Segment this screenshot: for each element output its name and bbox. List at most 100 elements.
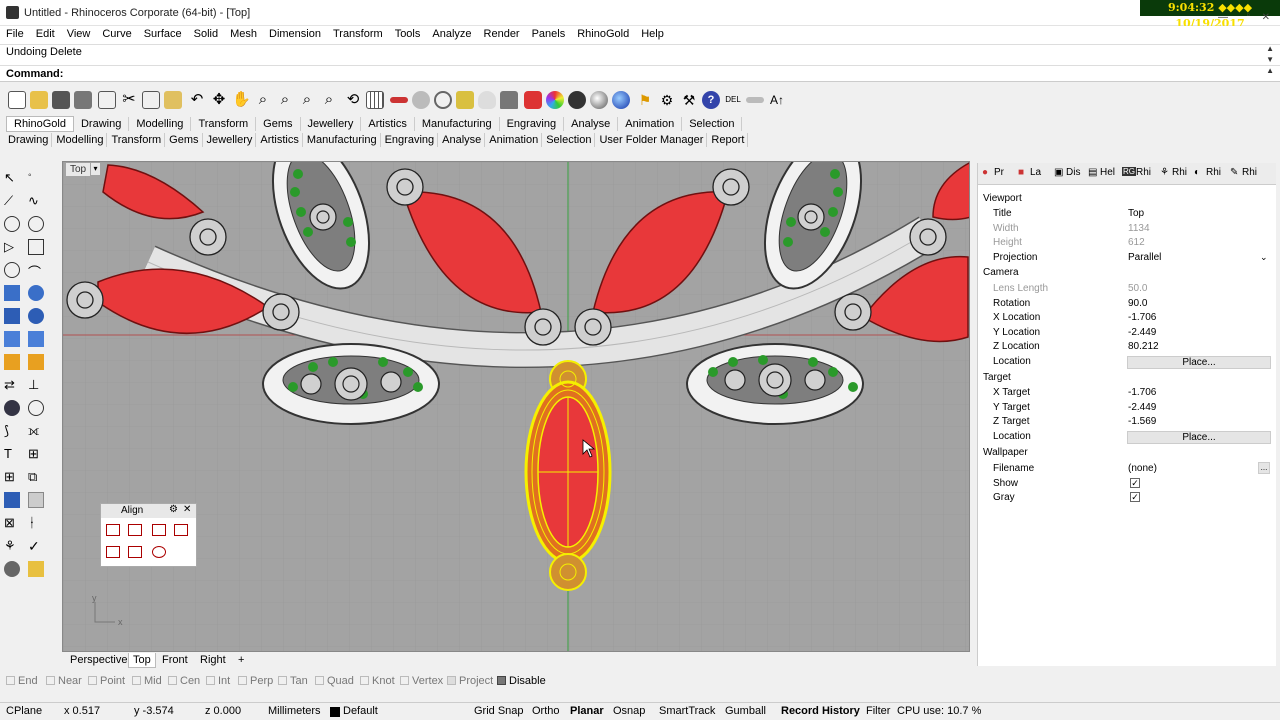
tab-animation[interactable]: Animation [618, 117, 683, 131]
osnap-project[interactable]: Project [447, 675, 493, 687]
check-icon[interactable]: ✓ [28, 538, 44, 554]
add-viewport-icon[interactable]: + [234, 653, 249, 667]
subtab-jewellery[interactable]: Jewellery [203, 133, 257, 147]
scroll-down-icon[interactable]: ▼ [1266, 55, 1274, 64]
menu-curve[interactable]: Curve [96, 26, 137, 42]
align-right-icon[interactable] [152, 524, 166, 536]
align-center-icon[interactable] [128, 524, 142, 536]
gumball-toggle[interactable]: Gumball [725, 705, 766, 717]
minimize-icon[interactable]: — [1218, 12, 1228, 23]
properties-icon[interactable] [456, 91, 474, 109]
group-wallpaper[interactable]: Wallpaper [978, 447, 1277, 461]
curve-icon[interactable]: ∿ [28, 193, 44, 209]
align-centers-icon[interactable] [152, 546, 166, 558]
align-middle-icon[interactable] [106, 546, 120, 558]
line-icon[interactable]: ▷ [4, 239, 20, 255]
material-icon[interactable] [28, 561, 44, 577]
tab-modelling[interactable]: Modelling [129, 117, 192, 131]
prop-gray[interactable]: Gray ✓ [978, 492, 1277, 506]
tab-engraving[interactable]: Engraving [500, 117, 565, 131]
rectangle-icon[interactable] [28, 239, 44, 255]
tab-manufacturing[interactable]: Manufacturing [415, 117, 500, 131]
prop-camera-x[interactable]: X Location -1.706 [978, 312, 1277, 326]
menu-analyze[interactable]: Analyze [426, 26, 477, 42]
new-file-icon[interactable] [8, 91, 26, 109]
circle-icon[interactable] [4, 216, 20, 232]
rotate-icon[interactable] [4, 400, 20, 416]
tab-front[interactable]: Front [158, 653, 192, 667]
subtab-user-folder-manager[interactable]: User Folder Manager [595, 133, 708, 147]
tab-layers[interactable]: La [1030, 167, 1041, 178]
prop-filename[interactable]: Filename (none)... [978, 462, 1277, 477]
cplane-icon[interactable] [390, 97, 408, 103]
rhino-tab-icon[interactable]: ⚘ [1160, 167, 1169, 178]
units-label[interactable]: Millimeters [268, 705, 321, 717]
cplane-label[interactable]: CPlane [6, 705, 42, 717]
prop-target-x[interactable]: X Target -1.706 [978, 387, 1277, 401]
prop-show[interactable]: Show ✓ [978, 478, 1277, 492]
box-icon[interactable] [4, 308, 20, 324]
menu-solid[interactable]: Solid [188, 26, 224, 42]
tab-gems[interactable]: Gems [256, 117, 301, 131]
tab-analyse[interactable]: Analyse [564, 117, 619, 131]
osnap-vertex[interactable]: Vertex [400, 675, 443, 687]
shaded-sphere-icon[interactable] [590, 91, 608, 109]
help-icon[interactable]: ? [702, 91, 720, 109]
render-icon[interactable] [4, 561, 20, 577]
osnap-int[interactable]: Int [206, 675, 230, 687]
ellipse-icon[interactable] [4, 262, 20, 278]
record-history-toggle[interactable]: Record History [781, 705, 860, 717]
arc-icon[interactable] [28, 216, 44, 232]
layer-color-swatch[interactable] [330, 707, 340, 717]
color-wheel-icon[interactable] [546, 91, 564, 109]
polyline-icon[interactable]: ⟋ [4, 193, 20, 209]
mesh-icon[interactable] [28, 331, 44, 347]
browse-button[interactable]: ... [1258, 462, 1270, 474]
tab-rhinogold[interactable]: RhinoGold [6, 116, 74, 132]
layer-icon[interactable] [524, 91, 542, 109]
rhino-tab-icon[interactable]: ◐ [1194, 167, 1200, 178]
sphere-icon[interactable] [28, 308, 44, 324]
display-tab-icon[interactable]: ▣ [1054, 167, 1063, 178]
grid-snap-toggle[interactable]: Grid Snap [474, 705, 524, 717]
extrude-icon[interactable] [4, 331, 20, 347]
print-icon[interactable] [74, 91, 92, 109]
subtab-manufacturing[interactable]: Manufacturing [303, 133, 381, 147]
osnap-perp[interactable]: Perp [238, 675, 273, 687]
template-icon[interactable] [98, 91, 116, 109]
menu-edit[interactable]: Edit [30, 26, 61, 42]
align-bottom-icon[interactable] [128, 546, 142, 558]
menu-dimension[interactable]: Dimension [263, 26, 327, 42]
pan-icon[interactable]: ✥ [210, 91, 228, 109]
osnap-cen[interactable]: Cen [168, 675, 200, 687]
subtab-analyse[interactable]: Analyse [438, 133, 486, 147]
text-icon[interactable]: A↑ [768, 91, 786, 109]
array-icon[interactable]: ⊞ [4, 469, 20, 485]
tab-help[interactable]: Hel [1100, 167, 1115, 178]
align-top-icon[interactable] [174, 524, 188, 536]
prop-title[interactable]: Title Top [978, 208, 1277, 222]
subtab-gems[interactable]: Gems [165, 133, 203, 147]
close-icon[interactable]: ✕ [1262, 12, 1270, 23]
prop-target-z[interactable]: Z Target -1.569 [978, 416, 1277, 430]
menu-view[interactable]: View [61, 26, 97, 42]
named-view-icon[interactable] [412, 91, 430, 109]
tab-transform[interactable]: Transform [191, 117, 257, 131]
osnap-quad[interactable]: Quad [315, 675, 354, 687]
layers-tab-icon[interactable]: ■ [1018, 167, 1024, 178]
paste-icon[interactable] [164, 91, 182, 109]
pendant-bottom-bezel[interactable] [549, 553, 587, 591]
tab-selection[interactable]: Selection [682, 117, 743, 131]
osnap-icon[interactable]: ⚑ [636, 91, 654, 109]
top-viewport[interactable]: y x Top ▾ [62, 161, 970, 652]
mirror-icon[interactable]: ⧉ [28, 469, 44, 485]
osnap-tan[interactable]: Tan [278, 675, 308, 687]
point-icon[interactable]: ◦ [28, 170, 44, 186]
pen-icon[interactable] [746, 97, 764, 103]
tab-rhino-1[interactable]: Rhi [1136, 167, 1151, 178]
join-icon[interactable]: T [4, 446, 20, 462]
align-settings-icon[interactable]: ⚙ [169, 504, 178, 515]
grid-array-icon[interactable]: ⊠ [4, 515, 20, 531]
rendered-sphere-icon[interactable] [612, 91, 630, 109]
current-layer[interactable]: Default [343, 705, 378, 717]
